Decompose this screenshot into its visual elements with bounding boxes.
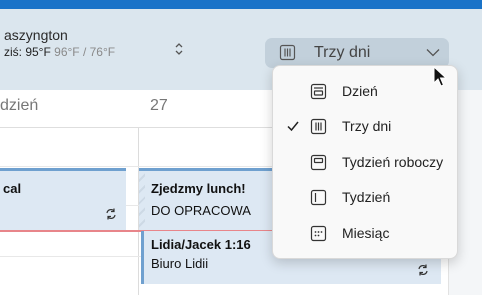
- week-view-icon: [310, 189, 327, 206]
- menu-item-label: Tydzień: [342, 189, 391, 205]
- weather-today-prefix: ziś: 95°F: [4, 45, 51, 59]
- expand-weather-icon[interactable]: [174, 42, 184, 56]
- menu-item-label: Dzień: [342, 83, 378, 99]
- view-switcher-button[interactable]: Trzy dni: [265, 38, 449, 68]
- calendar-event[interactable]: cal: [0, 168, 126, 230]
- menu-item-month[interactable]: Miesiąc: [273, 218, 459, 252]
- event-title: cal: [3, 181, 22, 196]
- three-day-view-icon: [279, 44, 296, 61]
- month-view-icon: [310, 225, 327, 242]
- top-accent-strip: [0, 0, 482, 9]
- day-header-date: 27: [150, 97, 168, 114]
- event-subtitle: DO OPRACOWA: [151, 203, 251, 218]
- calendar-event[interactable]: Zjedzmy lunch! DO OPRACOWA: [139, 168, 281, 230]
- menu-item-label: Miesiąc: [342, 225, 390, 241]
- work-week-view-icon: [310, 154, 327, 171]
- recurring-icon: [418, 264, 428, 276]
- view-switcher-label: Trzy dni: [314, 44, 371, 61]
- weather-city: aszyngton: [4, 27, 68, 43]
- weather-temps: 96°F / 76°F: [50, 45, 116, 59]
- view-menu: Dzień Trzy dni Tydzień roboczy Tydzień M…: [272, 65, 458, 259]
- menu-item-three-day[interactable]: Trzy dni: [273, 111, 459, 145]
- chevron-down-icon: [426, 49, 440, 57]
- day-header-prev: dzień: [0, 97, 39, 114]
- event-body: Zjedzmy lunch! DO OPRACOWA: [145, 171, 281, 230]
- three-day-view-icon: [310, 118, 327, 135]
- menu-item-label: Tydzień roboczy: [342, 154, 444, 170]
- menu-item-work-week[interactable]: Tydzień roboczy: [273, 147, 459, 181]
- recurring-icon: [106, 208, 116, 220]
- checkmark-icon: [287, 121, 299, 132]
- day-view-icon: [310, 83, 327, 100]
- menu-item-week[interactable]: Tydzień: [273, 182, 459, 216]
- event-title: Lidia/Jacek 1:16: [151, 237, 251, 252]
- menu-item-label: Trzy dni: [342, 118, 392, 134]
- menu-item-day[interactable]: Dzień: [273, 76, 459, 110]
- event-subtitle: Biuro Lidii: [151, 256, 209, 271]
- weather-today: ziś: 95°F 96°F / 76°F: [4, 45, 115, 59]
- mouse-cursor-icon: [433, 66, 447, 87]
- event-title: Zjedzmy lunch!: [151, 181, 246, 196]
